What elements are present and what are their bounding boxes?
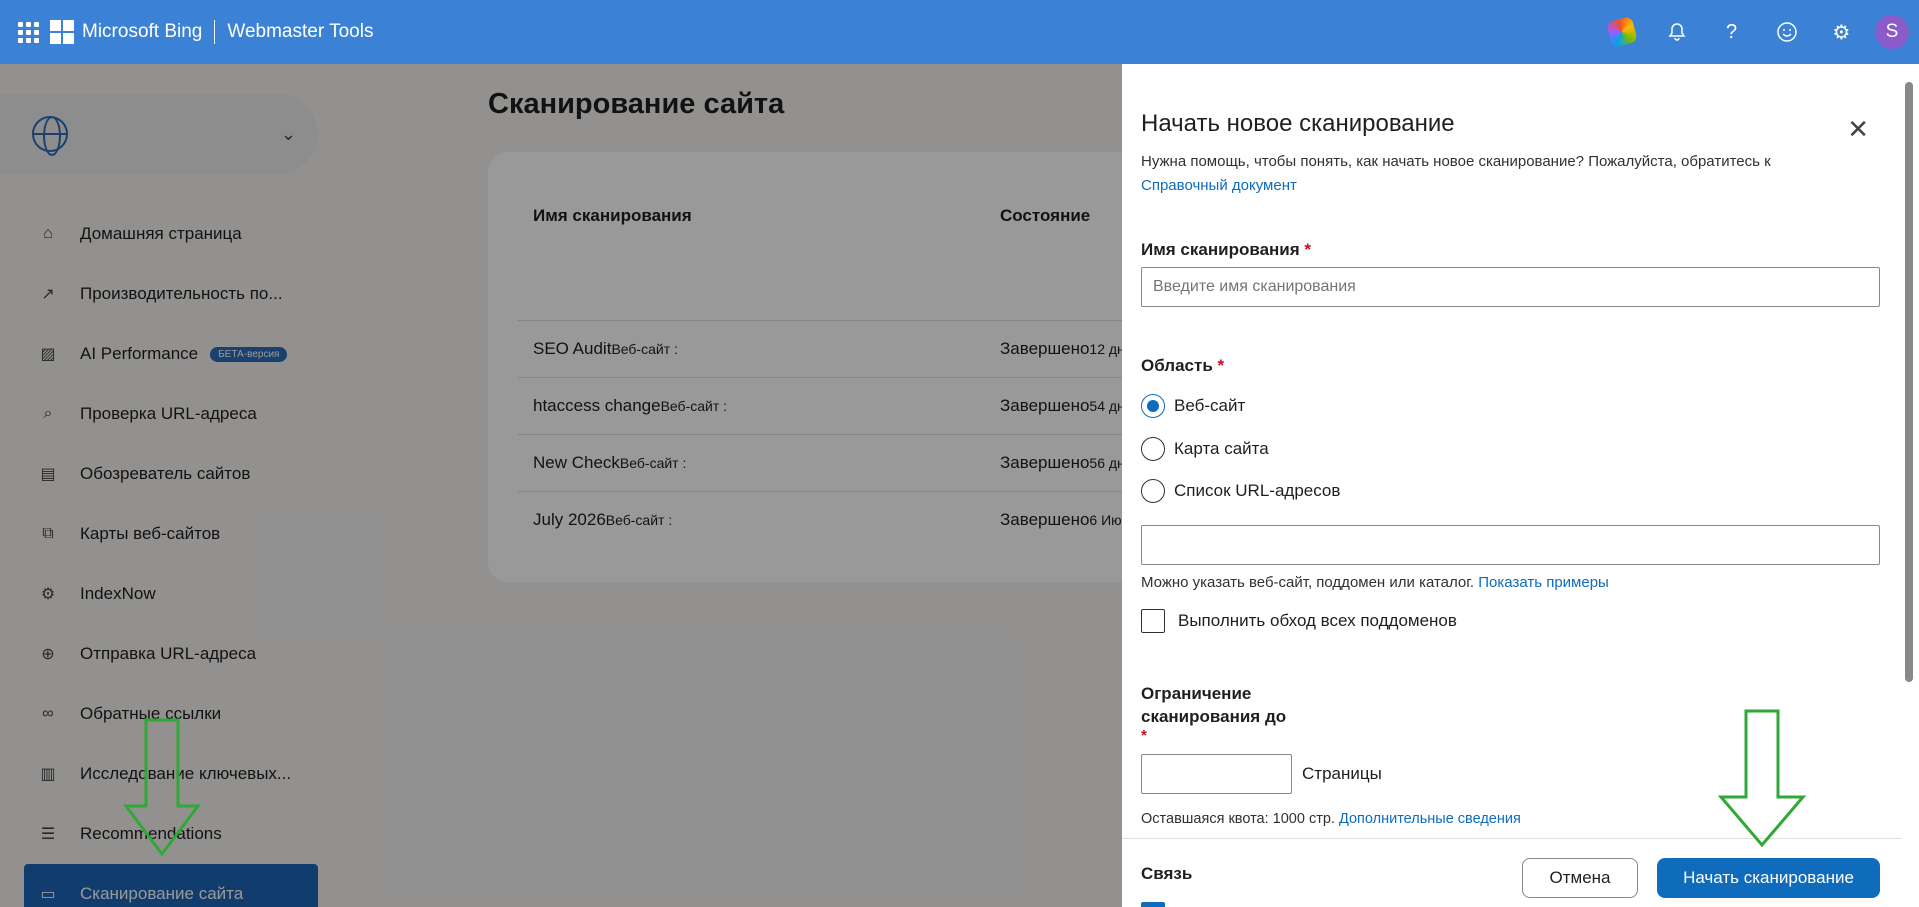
scope-option-url-list[interactable]: Список URL-адресов xyxy=(1141,479,1340,503)
help-text: Нужна помощь, чтобы понять, как начать н… xyxy=(1141,153,1771,194)
help-icon: ? xyxy=(1725,20,1738,43)
show-examples-link[interactable]: Показать примеры xyxy=(1478,574,1609,591)
microsoft-logo-icon xyxy=(50,20,74,44)
scrollbar-thumb[interactable] xyxy=(1905,82,1913,682)
settings-button[interactable]: ⚙ xyxy=(1814,0,1869,64)
notifications-button[interactable] xyxy=(1649,0,1704,64)
copilot-icon xyxy=(1605,16,1638,48)
communication-label: Связь xyxy=(1141,864,1193,883)
crawl-subdomains-checkbox[interactable]: Выполнить обход всех поддоменов xyxy=(1141,609,1457,633)
more-info-link[interactable]: Дополнительные сведения xyxy=(1339,811,1521,827)
help-button[interactable]: ? xyxy=(1704,0,1759,64)
annotation-arrow-down-icon xyxy=(1717,709,1807,848)
feedback-button[interactable] xyxy=(1759,0,1814,64)
copilot-button[interactable] xyxy=(1594,0,1649,64)
bell-icon xyxy=(1668,23,1685,41)
quota-text: Оставшаяся квота: 1000 стр. Дополнительн… xyxy=(1141,811,1521,827)
scope-label: Область * xyxy=(1141,356,1225,375)
new-scan-panel: Начать новое сканирование ✕ Нужна помощь… xyxy=(1122,64,1919,907)
top-bar: Microsoft Bing Webmaster Tools ? ⚙ S xyxy=(0,0,1919,64)
checkbox-icon xyxy=(1141,609,1165,633)
scope-url-input[interactable] xyxy=(1141,525,1880,565)
brand-name[interactable]: Microsoft Bing xyxy=(82,21,202,43)
scope-hint: Можно указать веб-сайт, поддомен или кат… xyxy=(1141,574,1609,591)
radio-icon xyxy=(1141,394,1165,418)
annotation-arrow-down-icon xyxy=(123,718,201,857)
gear-icon: ⚙ xyxy=(1832,21,1851,44)
product-name[interactable]: Webmaster Tools xyxy=(227,21,373,43)
avatar[interactable]: S xyxy=(1875,15,1909,49)
crawl-limit-input[interactable] xyxy=(1141,754,1292,794)
required-mark: * xyxy=(1304,240,1312,259)
close-icon: ✕ xyxy=(1847,114,1869,144)
panel-title: Начать новое сканирование xyxy=(1141,110,1455,137)
help-document-link[interactable]: Справочный документ xyxy=(1141,177,1297,194)
cancel-button[interactable]: Отмена xyxy=(1522,858,1638,898)
brand-divider xyxy=(214,20,216,44)
required-mark: * xyxy=(1217,356,1225,375)
communication-checkbox[interactable] xyxy=(1141,902,1165,907)
scan-name-label: Имя сканирования * xyxy=(1141,240,1312,259)
apps-grid-icon[interactable] xyxy=(16,20,40,44)
pages-unit-label: Страницы xyxy=(1302,764,1382,783)
radio-icon xyxy=(1141,437,1165,461)
close-button[interactable]: ✕ xyxy=(1847,114,1869,145)
panel-scrollbar[interactable] xyxy=(1905,70,1913,902)
crawl-limit-label: Ограничение сканирования до * xyxy=(1141,684,1287,744)
radio-icon xyxy=(1141,479,1165,503)
required-mark: * xyxy=(1141,727,1147,744)
scan-name-input[interactable] xyxy=(1141,267,1880,307)
top-actions: ? ⚙ S xyxy=(1594,0,1919,64)
scope-option-sitemap[interactable]: Карта сайта xyxy=(1141,437,1269,461)
scope-option-website[interactable]: Веб-сайт xyxy=(1141,394,1245,418)
feedback-smiley-icon xyxy=(1776,22,1797,42)
start-scan-button[interactable]: Начать сканирование xyxy=(1657,858,1880,898)
